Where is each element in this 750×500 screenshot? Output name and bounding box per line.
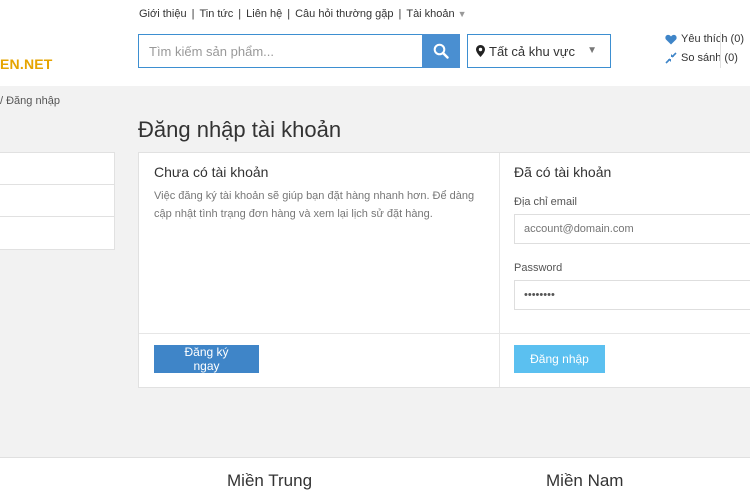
sidebar-item[interactable] — [0, 153, 114, 185]
account-sidebar — [0, 152, 115, 250]
page-title: Đăng nhập tài khoản — [138, 117, 342, 142]
chevron-down-icon[interactable]: ▼ — [458, 9, 467, 19]
top-link-gioi-thieu[interactable]: Giới thiệu — [139, 8, 187, 20]
login-panel: Chưa có tài khoản Việc đăng ký tài khoản… — [138, 152, 750, 388]
email-field[interactable] — [515, 215, 750, 243]
register-description: Việc đăng ký tài khoản sẽ giúp bạn đặt h… — [154, 190, 475, 220]
region-selected-label: Tất cả khu vực — [489, 43, 576, 59]
panel-column-divider — [499, 153, 500, 387]
footer-column-title: Miền Nam — [546, 471, 624, 490]
login-button[interactable]: Đăng nhập — [514, 345, 605, 373]
compare-arrows-icon — [665, 52, 677, 64]
compare-link[interactable]: So sánh (0) — [665, 52, 738, 64]
panel-footer-divider — [139, 333, 750, 334]
header-divider — [720, 32, 721, 68]
password-field[interactable] — [515, 281, 750, 309]
separator: | — [398, 8, 402, 20]
email-label: Địa chỉ email — [514, 196, 577, 208]
site-header: Giới thiệu | Tin tức | Liên hệ | Câu hỏi thườn… — [0, 0, 750, 86]
site-footer: Miền Trung Miền Nam — [0, 458, 750, 500]
separator: | — [287, 8, 291, 20]
password-field-wrapper — [514, 280, 750, 310]
separator: | — [191, 8, 195, 20]
region-select[interactable]: Tất cả khu vực ▼ — [467, 34, 611, 68]
login-title: Đã có tài khoản — [514, 164, 612, 180]
password-label: Password — [514, 262, 563, 274]
sidebar-item[interactable] — [0, 217, 114, 249]
footer-column-title: Miền Trung — [227, 471, 313, 490]
search-box — [138, 34, 423, 68]
compare-label: So sánh (0) — [681, 52, 738, 64]
search-icon — [433, 43, 449, 59]
top-link-faq[interactable]: Câu hỏi thường gặp — [295, 8, 393, 20]
register-title: Chưa có tài khoản — [154, 164, 269, 180]
top-link-tin-tuc[interactable]: Tin tức — [199, 8, 233, 20]
search-button[interactable] — [422, 34, 460, 68]
top-link-lien-he[interactable]: Liên hệ — [246, 8, 282, 20]
search-input[interactable] — [139, 35, 422, 67]
breadcrumb: / Đăng nhập — [0, 95, 60, 107]
site-logo[interactable]: EN.NET — [0, 56, 53, 72]
register-button[interactable]: Đăng ký ngay — [154, 345, 259, 373]
wishlist-link[interactable]: Yêu thích (0) — [665, 33, 744, 45]
dropdown-arrow-icon: ▼ — [587, 45, 597, 56]
sidebar-item[interactable] — [0, 185, 114, 217]
separator: | — [238, 8, 242, 20]
top-links: Giới thiệu | Tin tức | Liên hệ | Câu hỏi thườn… — [139, 8, 467, 20]
heart-icon — [665, 34, 677, 44]
email-field-wrapper — [514, 214, 750, 244]
map-pin-icon — [476, 45, 485, 57]
top-link-account[interactable]: Tài khoản — [406, 8, 454, 20]
wishlist-label: Yêu thích (0) — [681, 33, 744, 45]
